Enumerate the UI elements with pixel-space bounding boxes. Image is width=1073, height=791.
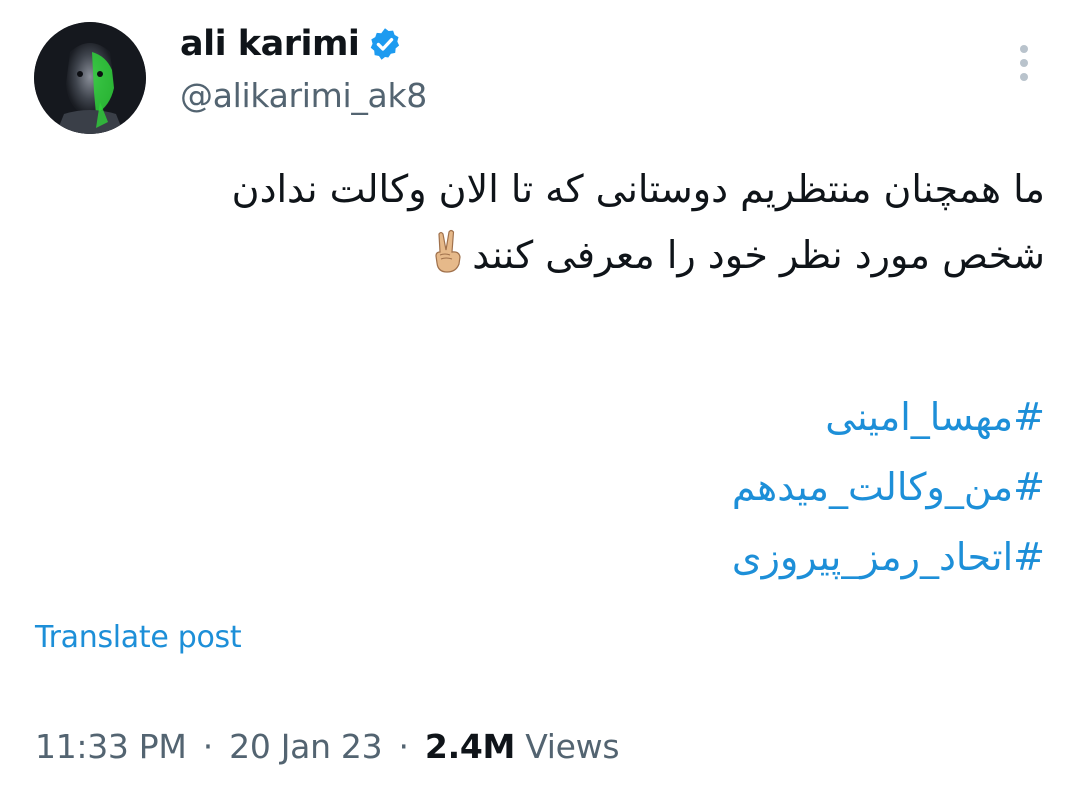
more-vertical-icon-dot	[1020, 59, 1028, 67]
hashtag-link[interactable]: #من_وکالت_میدهم	[45, 452, 1045, 522]
tweet-text: ما همچنان منتظریم دوستانی که تا الان وکا…	[45, 156, 1045, 288]
victory-hand-icon	[428, 228, 468, 274]
separator: ·	[398, 727, 410, 766]
hashtag-link[interactable]: #مهسا_امینی	[45, 382, 1045, 452]
verified-badge-icon	[367, 26, 403, 62]
more-options-button[interactable]	[1004, 40, 1044, 86]
tweet-line-text: شخص مورد نظر خود را معرفی کنند	[472, 233, 1045, 277]
hashtag-list: #مهسا_امینی #من_وکالت_میدهم #اتحاد_رمز_پ…	[45, 382, 1045, 592]
translate-post-link[interactable]: Translate post	[35, 620, 242, 655]
tweet-line: ما همچنان منتظریم دوستانی که تا الان وکا…	[231, 167, 1045, 211]
author-handle[interactable]: @alikarimi_ak8	[180, 76, 427, 115]
hashtag-link[interactable]: #اتحاد_رمز_پیروزی	[45, 522, 1045, 592]
avatar[interactable]	[34, 22, 146, 134]
separator: ·	[202, 727, 214, 766]
more-vertical-icon-dot	[1020, 73, 1028, 81]
profile-photo	[34, 22, 146, 134]
display-name[interactable]: ali karimi	[180, 24, 360, 64]
post-date[interactable]: 20 Jan 23	[229, 727, 382, 766]
views-label: Views	[525, 727, 620, 766]
tweet-line: شخص مورد نظر خود را معرفی کنند	[45, 222, 1045, 288]
tweet-meta: 11:33 PM · 20 Jan 23 · 2.4M Views	[35, 727, 620, 766]
views-count[interactable]: 2.4M	[425, 727, 515, 766]
more-vertical-icon	[1020, 45, 1028, 53]
post-time[interactable]: 11:33 PM	[35, 727, 187, 766]
author-name-row[interactable]: ali karimi	[180, 24, 403, 64]
